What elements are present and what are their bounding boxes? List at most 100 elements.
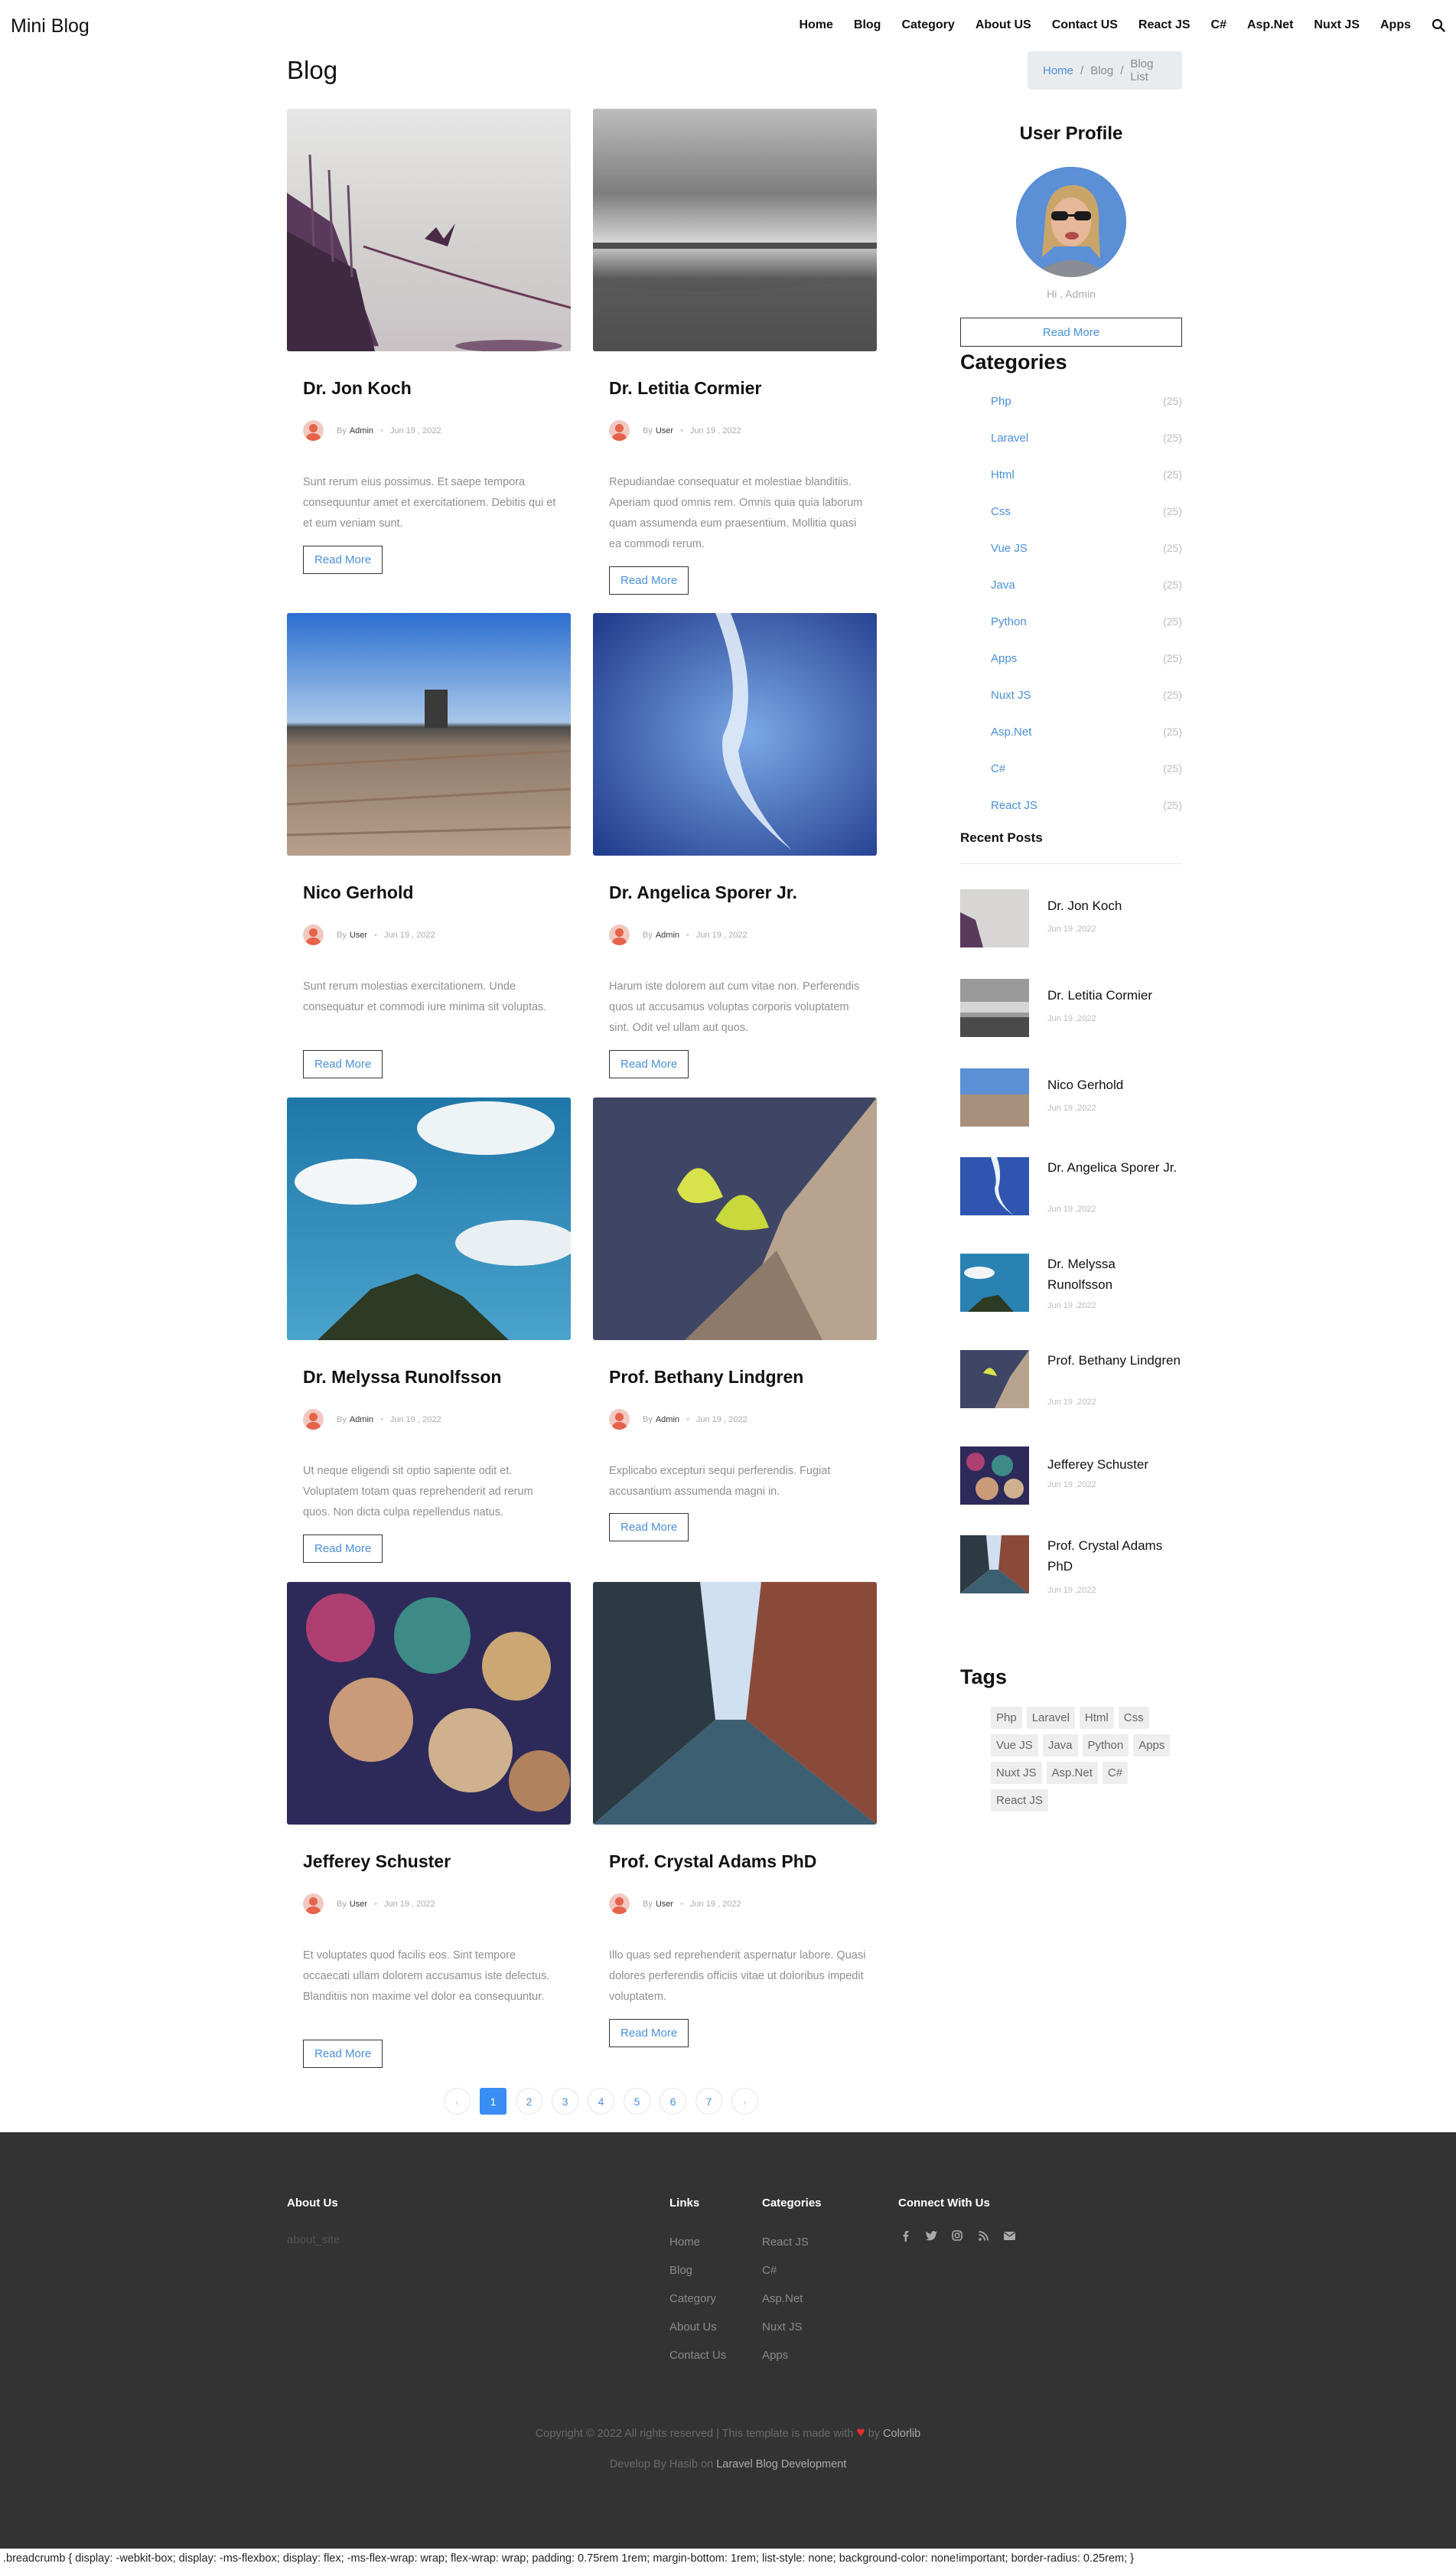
recent-post-thumb[interactable] [960,1157,1029,1215]
recent-post[interactable]: Dr. Letitia Cormier Jun 19 ,2022 [960,979,1182,1040]
tag[interactable]: Laravel [1026,1707,1075,1729]
footer-link-contact[interactable]: Contact Us [669,2341,726,2369]
recent-post-title[interactable]: Dr. Melyssa Runolfsson [1047,1254,1182,1295]
pagination-page-5[interactable]: 5 [624,2088,650,2115]
tag[interactable]: Php [991,1707,1022,1729]
post-image[interactable] [287,109,571,351]
nav-csharp[interactable]: C# [1211,18,1226,32]
pagination-page-6[interactable]: 6 [660,2088,686,2115]
read-more-button[interactable]: Read More [609,1513,689,1541]
recent-post-thumb[interactable] [960,1446,1029,1505]
category-item[interactable]: Java (25) [960,566,1182,603]
nav-home[interactable]: Home [799,18,832,32]
recent-post-title[interactable]: Jefferey Schuster [1047,1454,1182,1475]
read-more-button[interactable]: Read More [609,2019,689,2047]
footer-category-link[interactable]: Asp.Net [762,2285,809,2313]
nav-react[interactable]: React JS [1138,18,1191,32]
post-image[interactable] [287,613,571,856]
post-title[interactable]: Prof. Bethany Lindgren [609,1367,803,1388]
category-item[interactable]: Laravel (25) [960,419,1182,456]
category-item[interactable]: Asp.Net (25) [960,713,1182,750]
post-title[interactable]: Dr. Letitia Cormier [609,378,761,399]
recent-post-title[interactable]: Prof. Crystal Adams PhD [1047,1535,1182,1577]
recent-post[interactable]: Dr. Angelica Sporer Jr. Jun 19 ,2022 [960,1157,1182,1218]
breadcrumb-blog[interactable]: Blog [1090,64,1113,77]
category-item[interactable]: React JS (25) [960,787,1182,824]
profile-read-more-button[interactable]: Read More [960,318,1182,347]
footer-category-link[interactable]: C# [762,2256,809,2285]
recent-post-title[interactable]: Dr. Jon Koch [1047,895,1182,916]
envelope-icon[interactable] [1002,2229,1016,2242]
footer-link-about[interactable]: About Us [669,2313,726,2341]
recent-post-title[interactable]: Nico Gerhold [1047,1075,1182,1095]
category-item[interactable]: Apps (25) [960,640,1182,677]
pagination-page-3[interactable]: 3 [552,2088,578,2115]
category-item[interactable]: Python (25) [960,603,1182,640]
category-item[interactable]: Vue JS (25) [960,530,1182,566]
tag[interactable]: Css [1118,1707,1149,1729]
post-title[interactable]: Nico Gerhold [303,882,413,903]
tag[interactable]: Html [1079,1707,1114,1729]
category-name[interactable]: Vue JS [991,542,1028,555]
recent-post[interactable]: Nico Gerhold Jun 19 ,2022 [960,1068,1182,1130]
read-more-button[interactable]: Read More [303,546,383,574]
tag[interactable]: C# [1102,1762,1129,1784]
post-image[interactable] [593,1582,877,1825]
category-item[interactable]: Php (25) [960,383,1182,419]
footer-category-link[interactable]: Apps [762,2341,809,2369]
recent-post[interactable]: Prof. Bethany Lindgren Jun 19 ,2022 [960,1350,1182,1411]
category-name[interactable]: Nuxt JS [991,689,1031,702]
category-name[interactable]: Laravel [991,432,1028,445]
read-more-button[interactable]: Read More [303,1050,383,1078]
tag[interactable]: Nuxt JS [991,1762,1042,1784]
recent-post-thumb[interactable] [960,979,1029,1037]
pagination-next[interactable]: › [731,2088,758,2115]
category-name[interactable]: Html [991,468,1015,481]
post-image[interactable] [593,1097,877,1340]
pagination-page-7[interactable]: 7 [695,2088,722,2115]
developer-link[interactable]: Laravel Blog Development [716,2458,846,2471]
footer-category-link[interactable]: Nuxt JS [762,2313,809,2341]
post-image[interactable] [593,613,877,856]
post-title[interactable]: Dr. Melyssa Runolfsson [303,1367,501,1388]
pagination-prev[interactable]: ‹ [444,2088,471,2115]
twitter-icon[interactable] [924,2229,938,2242]
read-more-button[interactable]: Read More [303,2040,383,2068]
nav-contact[interactable]: Contact US [1052,18,1118,32]
breadcrumb-home[interactable]: Home [1043,64,1073,77]
category-name[interactable]: C# [991,762,1005,775]
post-title[interactable]: Prof. Crystal Adams PhD [609,1851,816,1872]
colorlib-link[interactable]: Colorlib [883,2428,920,2440]
category-item[interactable]: Html (25) [960,456,1182,493]
recent-post-thumb[interactable] [960,1068,1029,1127]
rss-icon[interactable] [976,2229,990,2242]
category-item[interactable]: Css (25) [960,493,1182,530]
recent-post-title[interactable]: Dr. Letitia Cormier [1047,985,1182,1006]
recent-post-thumb[interactable] [960,1350,1029,1408]
category-name[interactable]: Apps [991,652,1017,665]
post-title[interactable]: Dr. Jon Koch [303,378,412,399]
pagination-page-4[interactable]: 4 [588,2088,614,2115]
facebook-icon[interactable] [898,2229,912,2242]
category-name[interactable]: Java [991,579,1015,592]
recent-post-thumb[interactable] [960,889,1029,947]
category-item[interactable]: C# (25) [960,750,1182,787]
category-item[interactable]: Nuxt JS (25) [960,677,1182,713]
post-image[interactable] [287,1582,571,1825]
nav-aspnet[interactable]: Asp.Net [1247,18,1293,32]
post-title[interactable]: Dr. Angelica Sporer Jr. [609,882,797,903]
category-name[interactable]: Css [991,505,1011,518]
category-name[interactable]: Php [991,395,1011,408]
search-icon[interactable] [1432,18,1445,32]
footer-link-home[interactable]: Home [669,2228,726,2256]
post-image[interactable] [593,109,877,351]
recent-post[interactable]: Jefferey Schuster Jun 19 ,2022 [960,1446,1182,1508]
nav-nuxt[interactable]: Nuxt JS [1314,18,1360,32]
recent-post-title[interactable]: Prof. Bethany Lindgren [1047,1350,1182,1371]
read-more-button[interactable]: Read More [303,1534,383,1563]
recent-post[interactable]: Dr. Jon Koch Jun 19 ,2022 [960,889,1182,951]
recent-post[interactable]: Dr. Melyssa Runolfsson Jun 19 ,2022 [960,1254,1182,1315]
tag[interactable]: Apps [1133,1734,1171,1756]
nav-blog[interactable]: Blog [854,18,881,32]
read-more-button[interactable]: Read More [609,1050,689,1078]
